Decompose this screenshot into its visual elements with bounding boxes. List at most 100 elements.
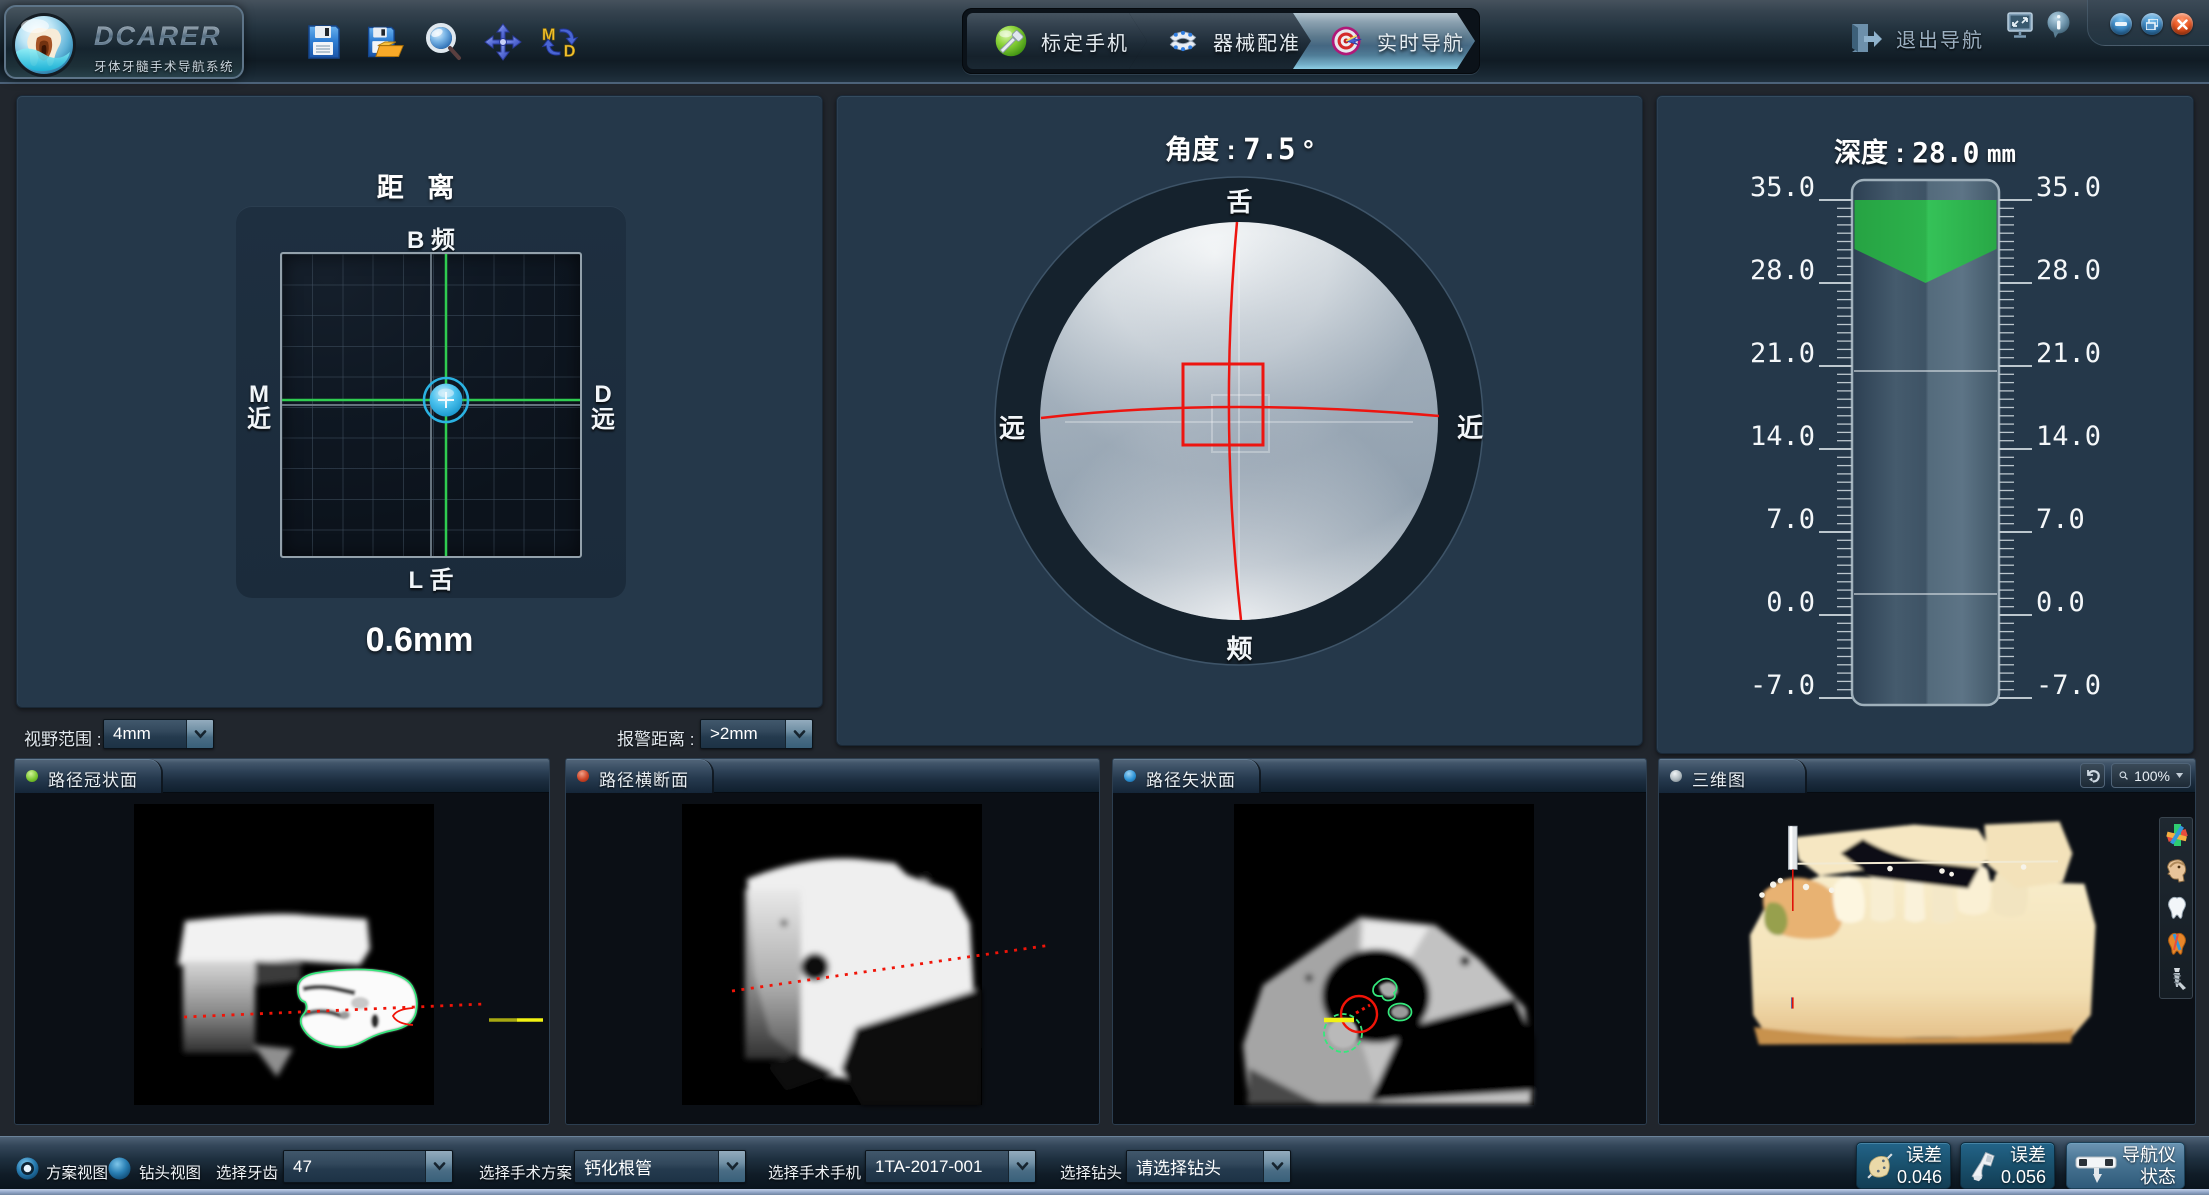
sagittal-status-dot [1124,770,1136,782]
navigator-status-button[interactable]: 导航仪 状态 [2066,1142,2185,1189]
select-handpiece-value: 1TA-2017-001 [866,1151,1008,1182]
transverse-view-image[interactable] [566,793,1099,1124]
select-tooth-chevron-icon[interactable] [425,1151,452,1182]
md-switch-icon[interactable]: M D [540,22,580,62]
drill-view-radio-label[interactable]: 钻头视图 [139,1161,201,1183]
select-plan-dropdown[interactable]: 钙化根管 [574,1150,746,1183]
zoom-control[interactable]: 100% [2111,763,2191,788]
select-tooth-dropdown[interactable]: 47 [283,1150,453,1183]
select-drill-dropdown[interactable]: 请选择钻头 [1126,1150,1291,1183]
plan-view-radio-label[interactable]: 方案视图 [46,1161,108,1183]
handpiece-icon [1967,1146,2001,1186]
three-d-panel-title: 三维图 [1692,766,1746,791]
sagittal-panel-header: 路径矢状面 [1113,759,1646,793]
transverse-panel-header: 路径横断面 [566,759,1099,793]
handpiece-error-value: 0.056 [2001,1166,2046,1188]
slice-planes-tool-icon[interactable] [2164,822,2190,848]
navigator-camera-icon [2073,1145,2119,1187]
svg-text:7.0: 7.0 [1766,504,1815,535]
zoom-magnifier-icon [2119,769,2128,782]
fov-value: 4mm [104,720,186,748]
select-drill-value: 请选择钻头 [1127,1151,1263,1182]
root-canal-tool-icon[interactable] [2164,930,2190,956]
reset-view-button[interactable] [2080,763,2105,788]
logo-panel: DCARER 牙体牙髓手术导航系统 [4,5,244,79]
depth-panel: 深度 : 28.0 mm 35.028.021.014.07.00.0-7.0 … [1656,95,2194,754]
marker-error-text: 误差 0.046 [1897,1144,1942,1188]
sagittal-panel-title: 路径矢状面 [1146,766,1236,791]
select-handpiece-dropdown[interactable]: 1TA-2017-001 [865,1150,1036,1183]
navigator-status-label: 导航仪 [2122,1144,2176,1166]
svg-text:14.0: 14.0 [1750,421,1815,452]
tooth-view-tool-icon[interactable] [2164,894,2190,920]
chevron-down-icon [1016,1162,1029,1171]
transverse-xray-image [566,793,1099,1124]
fov-label: 视野范围 : [24,725,101,750]
angle-value: 7.5 [1243,132,1295,166]
select-handpiece-chevron-icon[interactable] [1008,1151,1035,1182]
display-switch-icon[interactable] [2007,12,2033,38]
alarm-select-chevron-icon[interactable] [785,720,812,748]
radio-selected-icon [16,1157,39,1180]
chevron-down-icon [726,1162,739,1171]
tab-label: 标定手机 [1041,27,1129,56]
fov-select-chevron-icon[interactable] [186,720,213,748]
alarm-distance-select[interactable]: >2mm [700,719,813,749]
restore-button[interactable] [2141,13,2163,35]
head-view-tool-icon[interactable] [2164,858,2190,884]
select-plan-label: 选择手术方案 [479,1161,572,1183]
drill-view-radio[interactable] [108,1157,131,1180]
coronal-view-image[interactable] [15,793,549,1124]
distance-label-lingual: L 舌 [236,560,626,595]
select-plan-value: 钙化根管 [575,1151,718,1182]
sagittal-xray-image [1113,793,1646,1124]
three-d-jaw-render [1659,793,2195,1124]
move-icon[interactable] [483,22,523,62]
tab-realtime-navigation[interactable]: 实时导航 [1293,13,1475,69]
select-plan-chevron-icon[interactable] [718,1151,745,1182]
three-d-toolbar [2159,817,2193,999]
distance-label-mesial-cn: 近 [240,407,278,432]
chevron-down-icon [433,1162,446,1171]
marker-plate-icon [1863,1146,1897,1186]
implant-tool-icon[interactable] [2164,966,2190,992]
angle-label-lingual: 舌 [837,182,1642,219]
tab-instrument-registration[interactable]: 器械配准 [1129,13,1311,69]
chevron-down-icon [1271,1162,1284,1171]
navigator-status-text: 导航仪 状态 [2122,1144,2176,1188]
tab-calibrate-handpiece[interactable]: 标定手机 [967,13,1147,69]
three-d-view-scene[interactable] [1659,793,2195,1124]
plan-view-radio[interactable] [16,1157,39,1180]
search-icon[interactable] [424,22,464,62]
top-bar: DCARER 牙体牙髓手术导航系统 [0,0,2209,84]
distance-grid [280,252,582,558]
coronal-panel-title: 路径冠状面 [48,766,138,791]
bottom-edge-strip [0,1189,2209,1195]
info-icon[interactable] [2046,11,2071,39]
exit-navigation-button[interactable]: 退出导航 [1848,20,1984,56]
save-as-icon[interactable] [365,22,405,62]
tab-label: 器械配准 [1213,27,1301,56]
depth-panel-title: 深度 : 28.0 mm [1657,131,2193,170]
select-drill-chevron-icon[interactable] [1263,1151,1290,1182]
svg-text:-7.0: -7.0 [2036,670,2101,701]
save-icon[interactable] [303,22,343,62]
fov-select[interactable]: 4mm [103,719,214,749]
gauge-scale-right: 35.028.021.014.07.00.0-7.0 [2036,172,2101,701]
svg-text:14.0: 14.0 [2036,421,2101,452]
handpiece-error-button[interactable]: 误差 0.056 [1960,1142,2055,1189]
three-d-panel-header: 三维图 100% [1659,759,2195,793]
marker-error-button[interactable]: 误差 0.046 [1856,1142,1951,1189]
zoom-dropdown-arrow-icon [2176,772,2183,779]
chevron-down-icon [793,730,806,739]
restore-icon [2146,19,2158,30]
select-tooth-value: 47 [284,1151,425,1182]
distance-plot-box: B 频 L 舌 M近 D远 [236,206,626,598]
svg-text:7.0: 7.0 [2036,504,2085,535]
close-button[interactable] [2171,13,2193,35]
sagittal-view-image[interactable] [1113,793,1646,1124]
minimize-button[interactable] [2110,13,2132,35]
angle-title-unit: ° [1303,135,1314,165]
gauge-scale-left: 35.028.021.014.07.00.0-7.0 [1750,172,1815,701]
angle-title-label: 角度 : [1165,135,1236,165]
